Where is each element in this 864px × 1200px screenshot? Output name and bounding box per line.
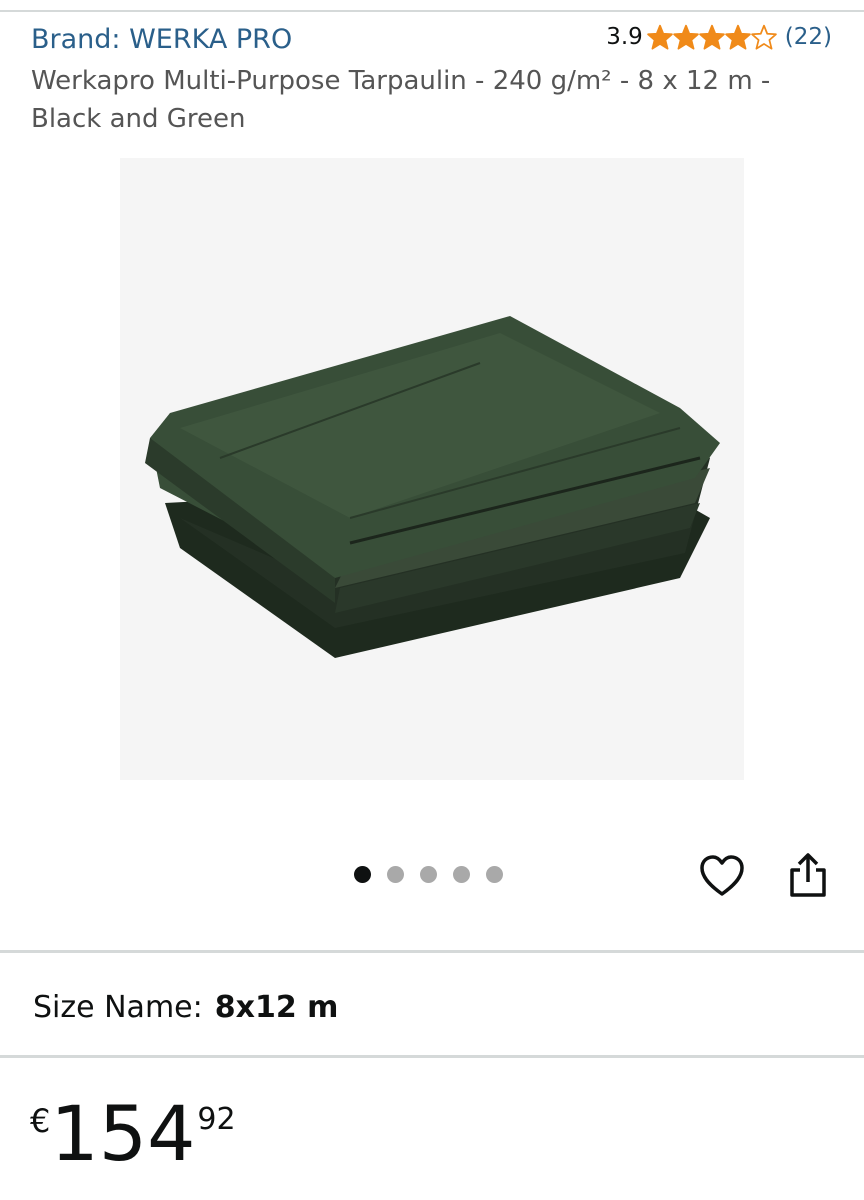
price-fraction: 92 [197,1102,236,1137]
rating-summary[interactable]: 3.9 (22) [606,24,832,50]
price: € 154 92 [30,1088,236,1180]
star-full-icon [646,24,673,50]
size-label: Size Name: [33,990,203,1025]
star-full-icon [672,24,699,50]
star-empty-icon [750,24,777,50]
image-carousel-dots [354,866,503,883]
rating-value: 3.9 [606,24,643,50]
rating-count-link[interactable]: (22) [785,24,832,50]
size-value: 8x12 m [214,990,339,1025]
product-title: Werkapro Multi-Purpose Tarpaulin - 240 g… [31,66,771,134]
star-full-icon [724,24,751,50]
carousel-dot[interactable] [486,866,503,883]
section-divider [0,1055,864,1058]
carousel-dot[interactable] [387,866,404,883]
carousel-dot[interactable] [453,866,470,883]
product-image[interactable] [120,158,744,780]
brand-link[interactable]: Brand: WERKA PRO [31,24,292,55]
carousel-dot[interactable] [354,866,371,883]
currency-symbol: € [30,1102,51,1140]
tarpaulin-image [120,158,744,780]
top-divider [0,10,864,12]
star-full-icon [698,24,725,50]
star-rating [646,24,777,50]
share-icon[interactable] [787,852,829,898]
price-whole: 154 [50,1089,196,1178]
heart-icon[interactable] [698,854,746,898]
section-divider [0,950,864,953]
size-selector[interactable]: Size Name: 8x12 m [33,990,338,1025]
carousel-dot[interactable] [420,866,437,883]
